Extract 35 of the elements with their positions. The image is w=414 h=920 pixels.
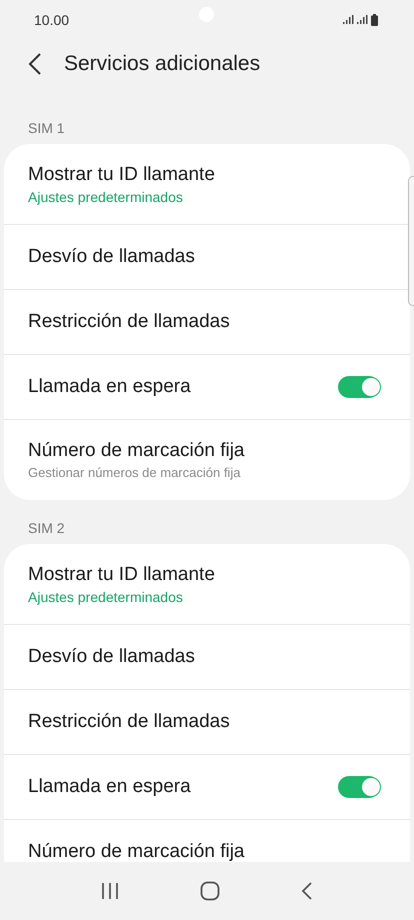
signal-icon	[343, 15, 354, 25]
item-subtitle: Ajustes predeterminados	[28, 588, 184, 604]
item-subtitle: Gestionar números de marcación fija	[28, 465, 242, 480]
settings-item[interactable]: Restricción de llamadas	[4, 290, 410, 355]
item-title: Desvío de llamadas	[28, 646, 196, 668]
item-title: Número de marcación fija	[28, 440, 246, 462]
item-title: Restricción de llamadas	[28, 711, 231, 733]
settings-item[interactable]: Desvío de llamadas	[4, 625, 410, 690]
item-title: Desvío de llamadas	[28, 246, 196, 268]
settings-item[interactable]: Llamada en espera	[4, 355, 410, 420]
recents-icon[interactable]	[100, 882, 119, 900]
battery-icon	[371, 14, 378, 26]
item-title: Llamada en espera	[28, 376, 192, 398]
item-subtitle: Ajustes predeterminados	[28, 188, 184, 204]
section-label: SIM 2	[27, 519, 66, 538]
status-time: 10.00	[34, 12, 70, 28]
back-icon[interactable]	[28, 53, 42, 75]
item-title: Llamada en espera	[28, 776, 192, 798]
item-title: Mostrar tu ID llamante	[28, 564, 216, 586]
settings-item[interactable]: Número de marcación fija Gestionar números de marcación fija	[4, 420, 410, 500]
settings-item[interactable]: Restricción de llamadas	[4, 690, 410, 755]
page-title: Servicios adicionales	[64, 52, 260, 76]
item-title: Número de marcación fija	[28, 841, 246, 862]
home-icon[interactable]	[200, 881, 220, 901]
settings-item[interactable]: Número de marcación fija	[4, 820, 410, 862]
settings-item[interactable]: Llamada en espera	[4, 755, 410, 820]
item-title: Restricción de llamadas	[28, 311, 231, 333]
scrollbar[interactable]	[408, 176, 414, 306]
back-icon[interactable]	[301, 882, 314, 900]
item-title: Mostrar tu ID llamante	[28, 164, 216, 186]
toggle-switch[interactable]	[338, 376, 380, 398]
settings-item[interactable]: Mostrar tu ID llamante Ajustes predeterminados	[4, 544, 410, 625]
section-label: SIM 1	[27, 119, 66, 138]
toggle-switch[interactable]	[338, 776, 380, 798]
signal-icon	[357, 15, 368, 25]
